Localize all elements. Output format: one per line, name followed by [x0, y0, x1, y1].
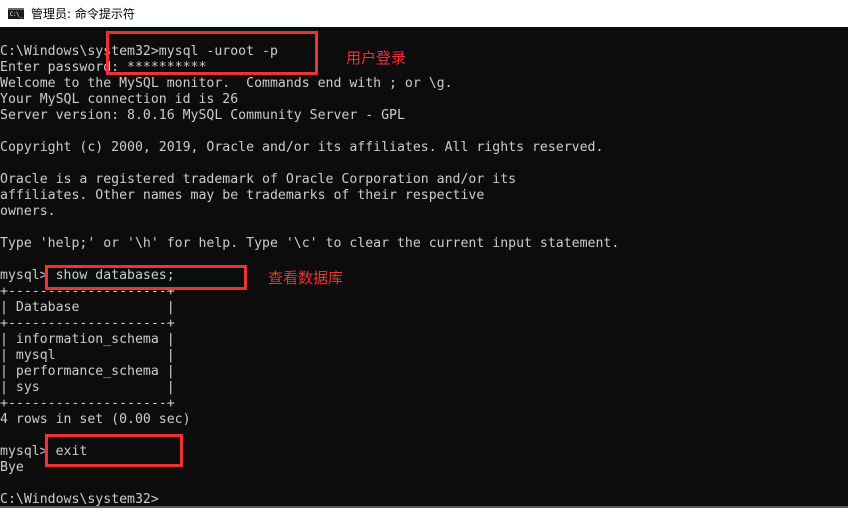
- title-bar[interactable]: C:\_ 管理员: 命令提示符: [0, 0, 848, 27]
- console-line: mysql> exit: [0, 444, 88, 459]
- console-line: affiliates. Other names may be trademark…: [0, 188, 485, 203]
- console-line: | information_schema |: [0, 332, 175, 347]
- console-line: Your MySQL connection id is 26: [0, 92, 239, 107]
- console-line: owners.: [0, 204, 56, 219]
- console-line: +--------------------+: [0, 316, 175, 331]
- annotation-label-login: 用户登录: [346, 49, 407, 67]
- console-line: Bye: [0, 460, 24, 475]
- console-output[interactable]: C:\Windows\system32>mysql -uroot -p Enter…: [0, 27, 848, 508]
- console-line: Server version: 8.0.16 MySQL Community S…: [0, 108, 405, 123]
- console-line: Copyright (c) 2000, 2019, Oracle and/or …: [0, 140, 604, 155]
- annotation-label-show-databases: 查看数据库: [268, 269, 344, 287]
- console-line: Oracle is a registered trademark of Orac…: [0, 172, 517, 187]
- console-line: | Database |: [0, 300, 175, 315]
- console-line: C:\Windows\system32>mysql -uroot -p: [0, 44, 278, 59]
- console-line: | performance_schema |: [0, 364, 175, 379]
- console-line: +--------------------+: [0, 396, 175, 411]
- console-line: Welcome to the MySQL monitor. Commands e…: [0, 76, 453, 91]
- console-line: 4 rows in set (0.00 sec): [0, 412, 191, 427]
- console-line: Type 'help;' or '\h' for help. Type '\c'…: [0, 236, 620, 251]
- cmd-icon: C:\_: [8, 8, 24, 19]
- console-line: Enter password: **********: [0, 60, 207, 75]
- console-line: | sys |: [0, 380, 175, 395]
- console-line: | mysql |: [0, 348, 175, 363]
- window-title: 管理员: 命令提示符: [31, 7, 135, 21]
- cmd-icon-glyph: C:\_: [9, 10, 23, 18]
